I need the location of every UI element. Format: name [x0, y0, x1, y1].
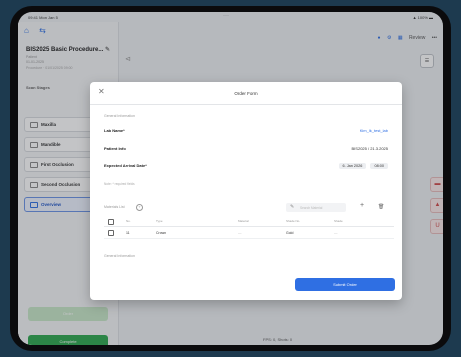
arrival-time-picker[interactable]: 08:00	[370, 163, 388, 169]
modal-title: Order Form	[234, 91, 258, 96]
arrival-date-label: Expected Arrival Date*	[104, 163, 147, 168]
submit-order-button[interactable]: Submit Order	[295, 278, 395, 291]
general-info-heading: General Information	[104, 114, 135, 118]
lab-name-row[interactable]: Lab Name* Kim_lk_test_lab	[104, 128, 388, 133]
order-form-modal: ✕ Order Form General Information Lab Nam…	[90, 82, 402, 300]
lab-name-label: Lab Name*	[104, 128, 125, 133]
materials-table: No. Type Material Shade No. Shade 11 Cro…	[104, 216, 394, 239]
device-frame: 09:41 Mon Jan 5 ··· ▲ 100% ▬ ⌂ ⇆ BIS2025…	[10, 6, 451, 351]
arrival-date-picker[interactable]: 6. Jan 2026	[338, 163, 367, 169]
material-search-input[interactable]: ✎ Search Material	[286, 203, 346, 212]
patient-info-row: Patient Info BIS2025 / 21.3.2025	[104, 146, 388, 151]
add-material-button[interactable]: +	[360, 202, 364, 209]
other-info-heading: General Information	[104, 254, 135, 258]
materials-toolbar: Materials List ? ✎ Search Material + 🗑	[104, 202, 388, 214]
lab-name-value[interactable]: Kim_lk_test_lab	[360, 128, 388, 133]
trash-icon[interactable]: 🗑	[378, 204, 384, 210]
patient-info-value: BIS2025 / 21.3.2025	[351, 146, 388, 151]
row-checkbox[interactable]	[108, 230, 114, 236]
screen: 09:41 Mon Jan 5 ··· ▲ 100% ▬ ⌂ ⇆ BIS2025…	[18, 12, 443, 345]
patient-info-label: Patient Info	[104, 146, 126, 151]
select-all-checkbox[interactable]	[108, 219, 114, 225]
table-row[interactable]: 11 Crown — Gold —	[104, 227, 394, 239]
materials-label: Materials List	[104, 205, 125, 209]
help-icon[interactable]: ?	[136, 204, 143, 211]
required-note: Note: * required fields	[104, 182, 135, 186]
divider	[90, 104, 402, 105]
table-header: No. Type Material Shade No. Shade	[104, 216, 394, 227]
search-icon: ✎	[290, 204, 295, 210]
arrival-date-row: Expected Arrival Date* 6. Jan 2026 08:00	[104, 163, 388, 169]
